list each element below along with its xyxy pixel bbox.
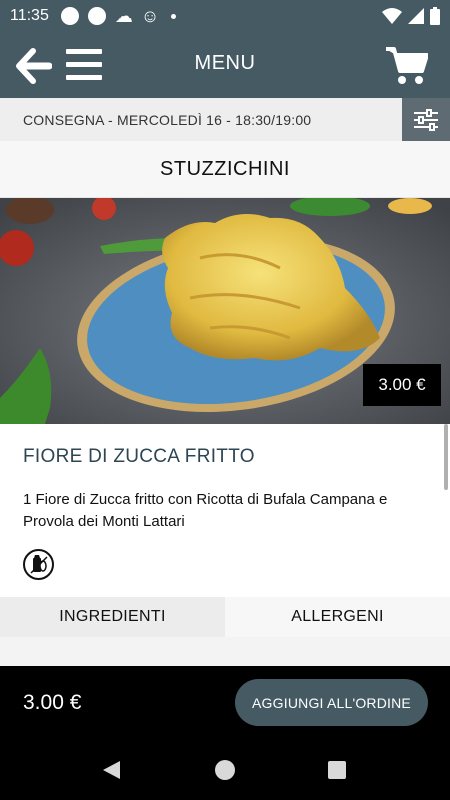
- wifi-icon: [382, 8, 402, 24]
- small-dot-icon: [171, 13, 177, 19]
- nav-home-icon[interactable]: [215, 760, 235, 780]
- signal-icon: [408, 8, 424, 24]
- notification-dot-icon: [60, 7, 79, 25]
- tab-allergens[interactable]: ALLERGENI: [225, 597, 450, 637]
- status-time: 11:35: [10, 7, 49, 24]
- total-price: 3.00 €: [23, 691, 82, 714]
- hamburger-menu-icon: [66, 49, 102, 80]
- tab-ingredients[interactable]: INGREDIENTI: [0, 597, 225, 637]
- delivery-info: CONSEGNA - MERCOLEDÌ 16 - 18:30/19:00: [23, 112, 312, 128]
- order-bar: 3.00 € AGGIUNGI ALL'ORDINE: [0, 666, 450, 740]
- scrollbar[interactable]: [444, 424, 448, 490]
- back-arrow-icon: [16, 48, 53, 84]
- sliders-icon: [414, 108, 438, 131]
- product-description: 1 Fiore di Zucca fritto con Ricotta di B…: [23, 491, 388, 530]
- add-to-order-button[interactable]: AGGIUNGI ALL'ORDINE: [235, 679, 428, 726]
- nav-recents-icon[interactable]: [328, 761, 346, 779]
- battery-icon: [430, 7, 440, 25]
- app-bar: MENU: [0, 32, 450, 98]
- status-bar: 11:35 ☁ ☺: [0, 0, 450, 32]
- delivery-bar: CONSEGNA - MERCOLEDÌ 16 - 18:30/19:00: [0, 98, 450, 141]
- cart-icon: [386, 47, 429, 84]
- system-nav-bar: [0, 740, 450, 800]
- notification-dot-icon: [87, 7, 106, 25]
- section-title: STUZZICHINI: [0, 141, 450, 198]
- tab-content: [0, 637, 450, 666]
- product-info: FIORE DI ZUCCA FRITTO 1 Fiore di Zucca f…: [0, 424, 450, 597]
- product-name: FIORE DI ZUCCA FRITTO: [23, 446, 255, 467]
- menu-button[interactable]: [66, 47, 102, 83]
- cloud-icon: ☁: [114, 5, 133, 26]
- price-badge: 3.00 €: [363, 364, 441, 406]
- back-button[interactable]: [16, 48, 53, 84]
- filter-button[interactable]: [402, 98, 450, 141]
- nav-back-icon[interactable]: [101, 760, 121, 780]
- smiley-icon: ☺: [140, 5, 160, 26]
- dairy-allergen-icon: [22, 548, 55, 581]
- cart-button[interactable]: [386, 46, 429, 86]
